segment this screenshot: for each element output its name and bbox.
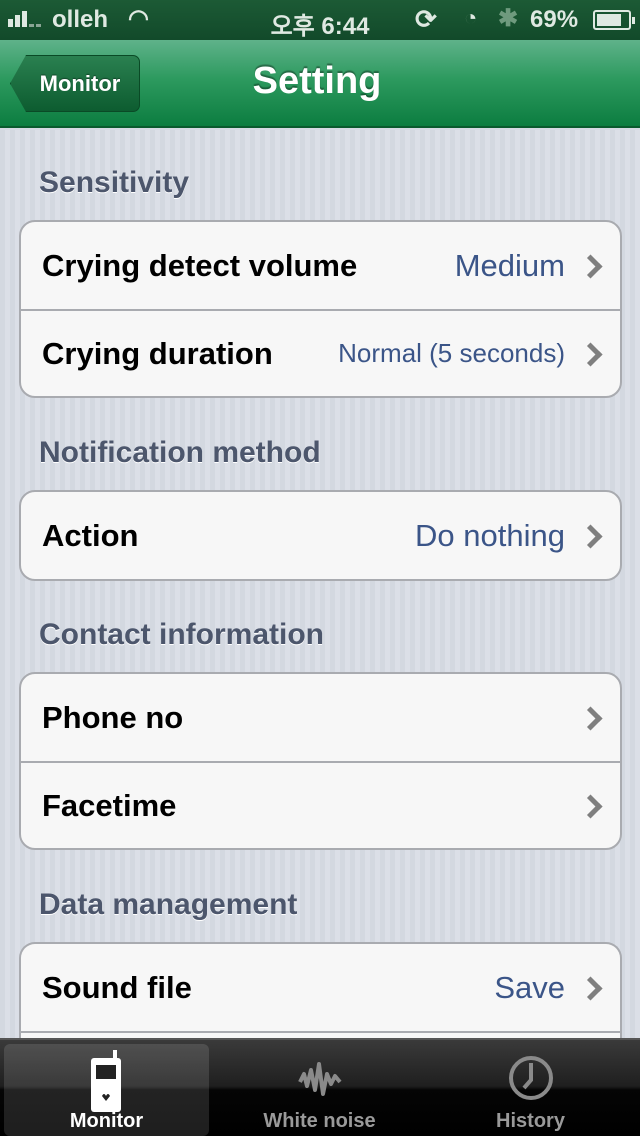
chevron-right-icon <box>585 525 599 547</box>
battery-percent: 69% <box>530 6 579 33</box>
row-value: Normal (5 seconds) <box>338 338 565 368</box>
chevron-right-icon <box>585 707 599 729</box>
group-notification: Action Do nothing <box>19 490 622 581</box>
row-value: Save <box>494 969 565 1005</box>
tab-monitor[interactable]: Monitor <box>4 1044 209 1136</box>
row-crying-detect-volume[interactable]: Crying detect volume Medium <box>21 222 620 309</box>
tab-label: Monitor <box>69 1110 144 1132</box>
alarm-icon: ◔ <box>464 5 478 30</box>
bluetooth-icon: ✱ <box>498 5 519 32</box>
rotation-lock-icon: ⟳ <box>415 4 437 34</box>
chevron-right-icon <box>585 795 599 817</box>
row-label: Action <box>42 517 139 553</box>
row-phone-no[interactable]: Phone no <box>21 674 620 761</box>
status-bar: olleh ◠ 오후 6:44 ⟳ ◔ ✱ 69% <box>0 0 640 40</box>
section-header-notification: Notification method <box>39 436 321 469</box>
navigation-bar: Monitor Setting <box>0 40 640 128</box>
tab-white-noise[interactable]: White noise <box>217 1044 422 1136</box>
group-data-management: Sound file Save <box>19 942 622 1038</box>
chevron-right-icon <box>585 255 599 277</box>
row-action[interactable]: Action Do nothing <box>21 492 620 579</box>
tab-label: White noise <box>263 1110 376 1132</box>
row-next-partial[interactable] <box>21 1031 620 1038</box>
chevron-right-icon <box>585 977 599 999</box>
group-contact: Phone no Facetime <box>19 672 622 850</box>
tab-label: History <box>496 1110 565 1132</box>
clock-icon <box>508 1056 553 1100</box>
group-sensitivity: Crying detect volume Medium Crying durat… <box>19 220 622 398</box>
row-label: Facetime <box>42 787 177 823</box>
row-label: Phone no <box>42 699 184 735</box>
row-label: Crying detect volume <box>42 247 358 283</box>
tab-bar: Monitor White noise History <box>0 1038 640 1136</box>
section-header-data-management: Data management <box>39 888 298 921</box>
waveform-icon <box>297 1062 342 1096</box>
row-sound-file[interactable]: Sound file Save <box>21 944 620 1031</box>
settings-list[interactable]: Sensitivity Crying detect volume Medium … <box>0 130 640 1038</box>
chevron-right-icon <box>585 343 599 365</box>
row-label: Crying duration <box>42 335 273 371</box>
row-label: Sound file <box>42 969 192 1005</box>
section-header-contact: Contact information <box>39 618 324 651</box>
row-value: Medium <box>454 247 565 283</box>
row-facetime[interactable]: Facetime <box>21 761 620 848</box>
phone-heart-icon <box>90 1050 121 1112</box>
page-title: Setting <box>252 60 382 102</box>
battery-charging-icon <box>593 10 635 30</box>
section-header-sensitivity: Sensitivity <box>39 166 190 199</box>
tab-history[interactable]: History <box>428 1044 633 1136</box>
row-value: Do nothing <box>415 517 565 553</box>
row-crying-duration[interactable]: Crying duration Normal (5 seconds) <box>21 309 620 396</box>
